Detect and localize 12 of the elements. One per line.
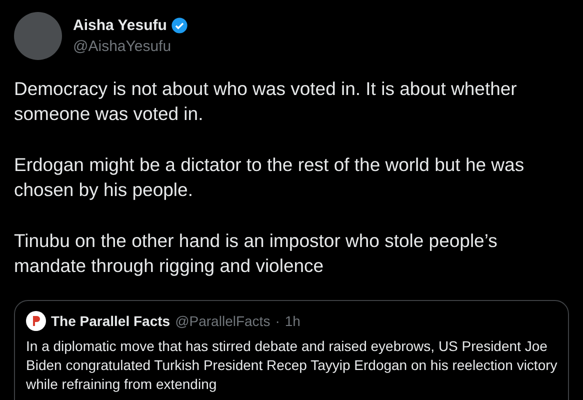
author-handle[interactable]: @AishaYesufu xyxy=(73,38,188,55)
tweet-paragraph: Democracy is not about who was voted in. It is about whether someone was voted in. xyxy=(14,77,518,126)
separator-dot: · xyxy=(275,313,280,329)
logo-icon xyxy=(26,311,46,331)
quoted-author-name[interactable]: The Parallel Facts xyxy=(51,313,170,329)
tweet-paragraph: Erdogan might be a dictator to the rest of the world but he was chosen by his people. xyxy=(14,153,526,202)
author-name[interactable]: Aisha Yesufu xyxy=(73,17,167,34)
quoted-timestamp[interactable]: 1h xyxy=(284,313,300,329)
quoted-author-handle[interactable]: @ParallelFacts xyxy=(175,313,270,329)
quoted-tweet-card[interactable] xyxy=(14,300,569,400)
tweet-paragraph: Tinubu on the other hand is an impostor who stole people’s mandate through rigging and violence xyxy=(14,229,498,278)
quoted-tweet-text: In a diplomatic move that has stirred debate and raised eyebrows, US President Joe Biden congratulated Turkish President Recep Tayyip Erdogan on his reelection victory while refraining from extending xyxy=(26,337,558,394)
